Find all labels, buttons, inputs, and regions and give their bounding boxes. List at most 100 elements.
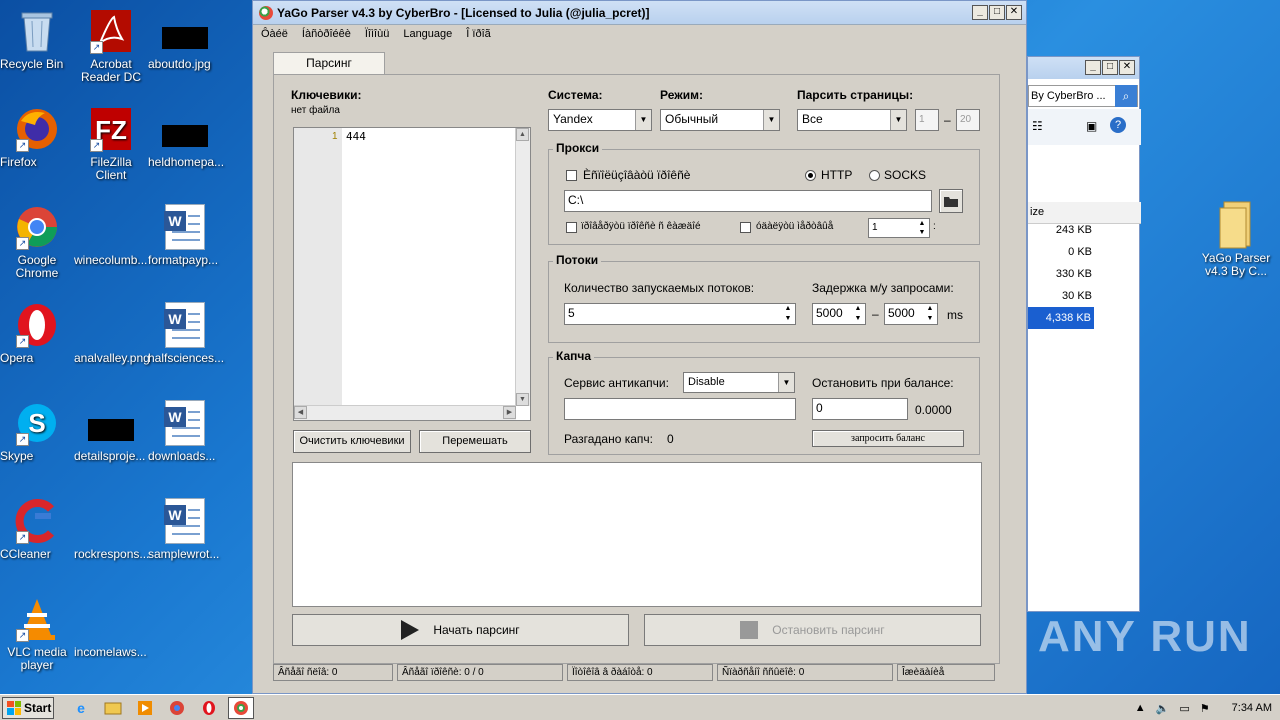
desktop-icon-file[interactable]: analvalley.png xyxy=(74,302,150,365)
horizontal-scrollbar[interactable]: ◀ ▶ xyxy=(294,405,516,420)
desktop-icon-file[interactable]: incomelaws... xyxy=(74,596,148,659)
log-output[interactable] xyxy=(292,462,982,607)
network-icon[interactable]: ▭ xyxy=(1179,702,1189,715)
redacted-file-icon xyxy=(88,400,134,446)
media-player-icon[interactable] xyxy=(132,697,158,719)
selected-file-size[interactable]: 4,338 KB xyxy=(1028,307,1094,329)
desktop-icon-file[interactable]: winecolumb... xyxy=(74,204,148,267)
search-icon[interactable]: ⌕ xyxy=(1115,85,1137,107)
vertical-scrollbar[interactable]: ▲ ▼ xyxy=(515,128,530,406)
bg-column-header[interactable]: ize xyxy=(1028,202,1141,224)
desktop-icon-ccleaner[interactable]: ↗ CCleaner xyxy=(0,498,74,561)
shortcut-arrow-icon: ↗ xyxy=(16,531,29,544)
blank-file-icon xyxy=(88,498,134,544)
desktop-icon-vlc[interactable]: ↗ VLC media player xyxy=(0,596,74,672)
scroll-up-icon[interactable]: ▲ xyxy=(516,128,529,141)
stop-balance-input[interactable]: 0 xyxy=(812,398,908,420)
menu-language[interactable]: Language xyxy=(403,28,452,40)
volume-icon[interactable]: 🔈 xyxy=(1156,702,1170,715)
desktop-icon-word-doc[interactable]: W samplewrot... xyxy=(148,498,222,561)
chevron-down-icon: ▼ xyxy=(635,110,651,130)
captcha-key-input[interactable] xyxy=(564,398,796,420)
desktop-icon-chrome[interactable]: ↗ Google Chrome xyxy=(0,204,74,280)
pages-select[interactable]: Все ▼ xyxy=(797,109,907,131)
taskbar: Start e ▲ 🔈 ▭ ⚑ 7:34 AM xyxy=(0,694,1280,720)
pages-to-input[interactable]: 20 xyxy=(956,109,980,131)
opera-icon[interactable] xyxy=(196,697,222,719)
action-center-flag-icon[interactable]: ⚑ xyxy=(1200,702,1210,715)
window-titlebar[interactable]: YaGo Parser v4.3 by CyberBro - [Licensed… xyxy=(253,1,1026,25)
clock[interactable]: 7:34 AM xyxy=(1232,702,1272,714)
bg-close-button[interactable]: ✕ xyxy=(1119,60,1135,75)
menu-settings[interactable]: Íàñòðîéêè xyxy=(302,28,351,40)
spinner-icon[interactable]: ▲ ▼ xyxy=(781,304,795,324)
http-radio[interactable] xyxy=(805,170,816,181)
ie-icon[interactable]: e xyxy=(68,697,94,719)
pane-icon[interactable]: ▣ xyxy=(1086,119,1097,133)
explorer-icon[interactable] xyxy=(100,697,126,719)
desktop-icon-word-doc[interactable]: W downloads... xyxy=(148,400,222,463)
blank-file-icon xyxy=(88,204,134,250)
view-icon[interactable]: ☷ xyxy=(1032,119,1043,133)
check-proxy-checkbox[interactable] xyxy=(566,222,577,233)
remove-dead-checkbox[interactable] xyxy=(740,222,751,233)
tab-parsing[interactable]: Парсинг xyxy=(273,52,385,75)
chrome-icon[interactable] xyxy=(164,697,190,719)
captcha-service-select[interactable]: Disable ▼ xyxy=(683,372,795,393)
desktop-icon-filezilla[interactable]: FZ ↗ FileZilla Client xyxy=(74,106,148,182)
start-parsing-button[interactable]: Начать парсинг xyxy=(292,614,629,646)
delay-from-input[interactable]: 5000 ▲ ▼ xyxy=(812,303,866,325)
maximize-button[interactable]: □ xyxy=(989,5,1005,20)
minimize-button[interactable]: _ xyxy=(972,5,988,20)
bg-column-label: ize xyxy=(1030,206,1045,218)
clear-keywords-button[interactable]: Очистить ключевики xyxy=(293,430,411,453)
keywords-editor[interactable]: 1 444 ▲ ▼ ◀ ▶ xyxy=(293,127,531,421)
delay-to-input[interactable]: 5000 ▲ ▼ xyxy=(884,303,938,325)
stop-parsing-button[interactable]: Остановить парсинг xyxy=(644,614,981,646)
desktop-icon-firefox[interactable]: ↗ Firefox xyxy=(0,106,74,169)
desktop-icon-skype[interactable]: S ↗ Skype xyxy=(0,400,74,463)
bg-maximize-button[interactable]: □ xyxy=(1102,60,1118,75)
menu-file[interactable]: Ôàéë xyxy=(261,28,288,40)
shuffle-button[interactable]: Перемешать xyxy=(419,430,531,453)
help-icon[interactable]: ? xyxy=(1110,117,1126,133)
yago-parser-window[interactable]: YaGo Parser v4.3 by CyberBro - [Licensed… xyxy=(252,0,1027,694)
tray-expand-icon[interactable]: ▲ xyxy=(1135,702,1146,714)
desktop-icon-file[interactable]: heldhomepa... xyxy=(148,106,224,169)
scroll-down-icon[interactable]: ▼ xyxy=(516,393,529,406)
desktop-icon-file[interactable]: rockrespons... xyxy=(74,498,149,561)
desktop-icon-acrobat[interactable]: ↗ Acrobat Reader DC xyxy=(74,8,148,84)
desktop-icon-file[interactable]: aboutdo.jpg xyxy=(148,8,222,71)
desktop-icon-yago-folder[interactable]: YaGo Parser v4.3 By C... xyxy=(1199,201,1273,278)
menu-about[interactable]: Î ïðîã xyxy=(466,28,490,40)
proxy-count-input[interactable]: 1 ▲ ▼ xyxy=(868,218,930,238)
request-balance-button[interactable]: запросить баланс xyxy=(812,430,964,447)
filezilla-icon: FZ ↗ xyxy=(88,106,134,152)
close-button[interactable]: ✕ xyxy=(1006,5,1022,20)
pages-from-input[interactable]: 1 xyxy=(915,109,939,131)
system-select[interactable]: Yandex ▼ xyxy=(548,109,652,131)
desktop-icon-word-doc[interactable]: W formatpayp... xyxy=(148,204,222,267)
start-button[interactable]: Start xyxy=(2,696,54,719)
spinner-icon[interactable]: ▲ ▼ xyxy=(851,304,865,324)
threads-count-input[interactable]: 5 ▲ ▼ xyxy=(564,303,796,325)
desktop-icon-file[interactable]: detailsproje... xyxy=(74,400,148,463)
background-explorer-window[interactable]: _ □ ✕ By CyberBro ... ⌕ ☷ ▣ ? ize 243 KB… xyxy=(1027,56,1141,612)
bg-minimize-button[interactable]: _ xyxy=(1085,60,1101,75)
mode-select[interactable]: Обычный ▼ xyxy=(660,109,780,131)
spinner-icon[interactable]: ▲ ▼ xyxy=(915,219,929,237)
proxy-path-input[interactable]: C:\ xyxy=(564,190,932,212)
use-proxy-checkbox[interactable] xyxy=(566,170,577,181)
desktop-icon-opera[interactable]: ↗ Opera xyxy=(0,302,74,365)
scroll-left-icon[interactable]: ◀ xyxy=(294,406,307,419)
socks-radio[interactable] xyxy=(869,170,880,181)
menu-help[interactable]: Ïîìîùü xyxy=(365,28,389,40)
shortcut-arrow-icon: ↗ xyxy=(16,139,29,152)
desktop-icon-label: halfsciences... xyxy=(148,351,225,365)
yago-parser-task-icon[interactable] xyxy=(228,696,254,719)
folder-open-icon[interactable] xyxy=(939,189,963,213)
scroll-right-icon[interactable]: ▶ xyxy=(503,406,516,419)
desktop-icon-word-doc[interactable]: W halfsciences... xyxy=(148,302,224,365)
spinner-icon[interactable]: ▲ ▼ xyxy=(923,304,937,324)
desktop-icon-recycle-bin[interactable]: Recycle Bin xyxy=(0,8,74,71)
